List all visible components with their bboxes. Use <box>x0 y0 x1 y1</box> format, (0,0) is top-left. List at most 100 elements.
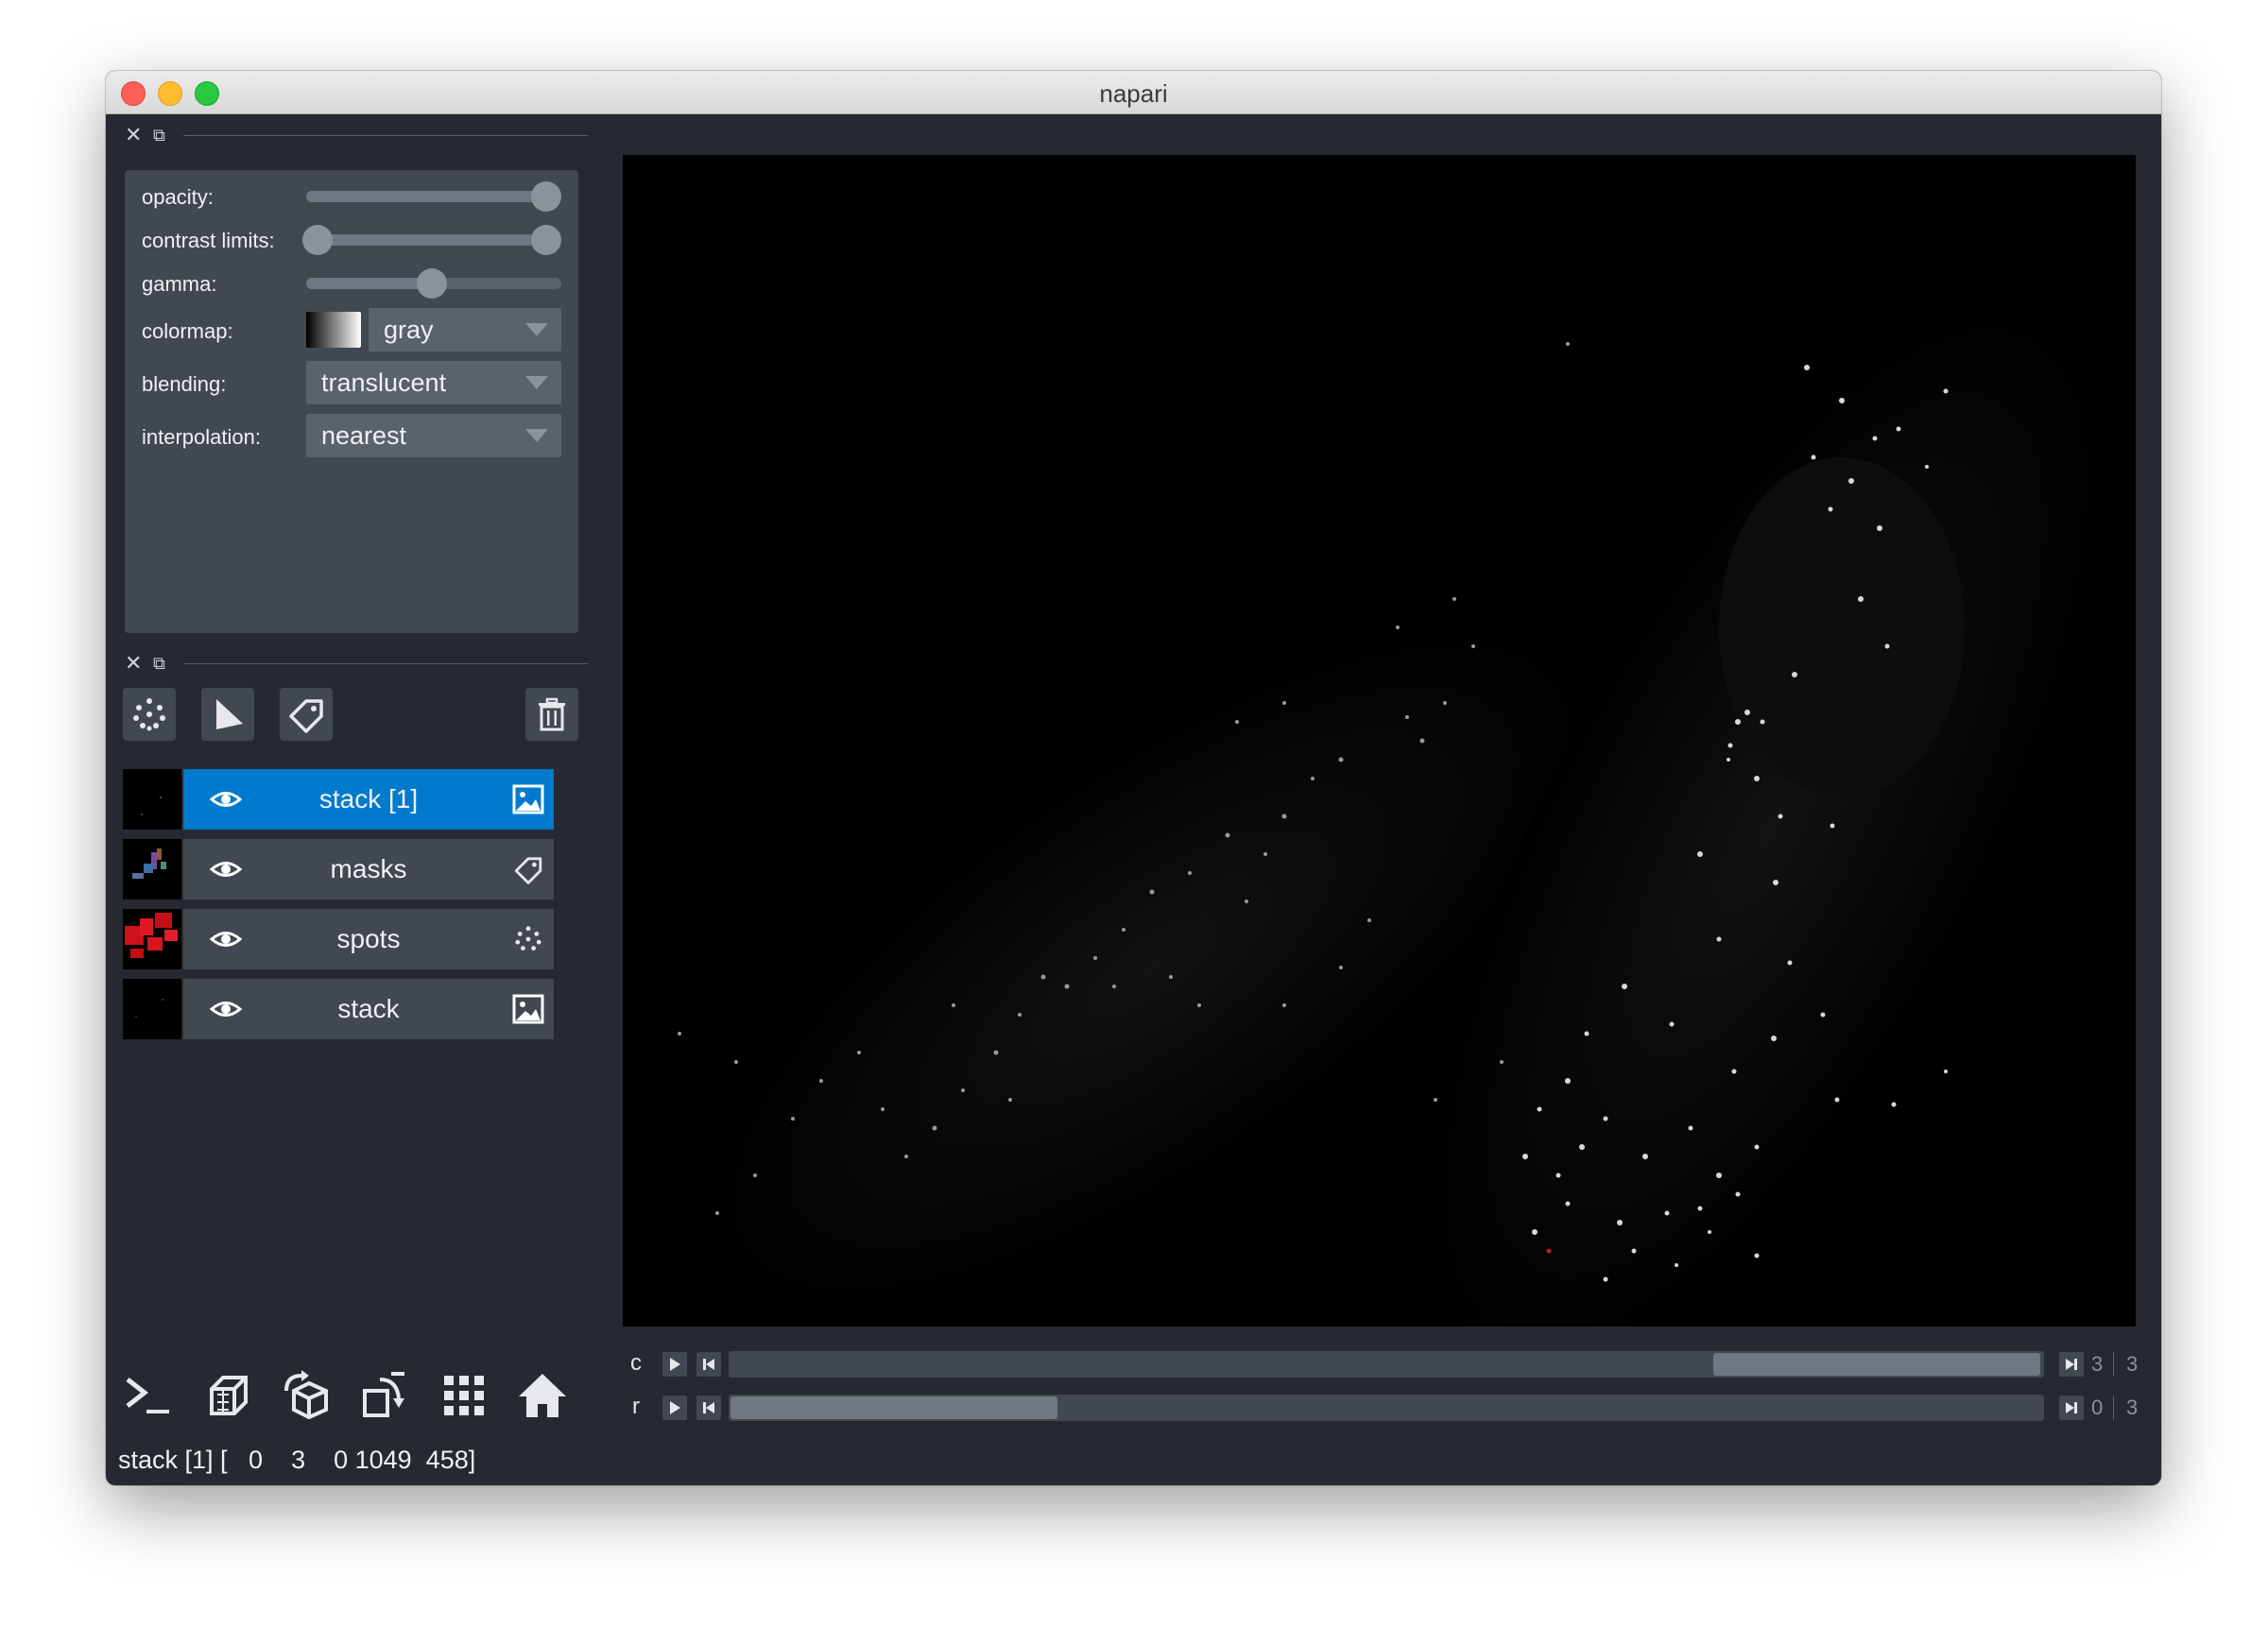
delete-layer-button[interactable] <box>525 688 578 741</box>
window-title: napari <box>1099 79 1168 108</box>
contrast-max-handle[interactable] <box>531 225 561 255</box>
interpolation-value: nearest <box>321 421 407 450</box>
dim-label: r <box>632 1394 640 1419</box>
visibility-eye-icon[interactable] <box>210 997 242 1021</box>
opacity-label: opacity: <box>142 185 214 209</box>
new-points-layer-button[interactable] <box>123 688 176 741</box>
interpolation-dropdown[interactable]: nearest <box>306 414 561 457</box>
dim-slider-track[interactable] <box>729 1351 2044 1378</box>
contrast-limits-slider[interactable] <box>302 225 561 255</box>
play-icon <box>670 1358 680 1371</box>
opacity-slider-handle[interactable] <box>531 181 561 212</box>
new-shapes-layer-button[interactable] <box>201 688 254 741</box>
play-icon <box>670 1401 680 1414</box>
napari-window: napari ✕ ⧉ opacity: contrast limits: gam… <box>106 71 2161 1485</box>
contrast-limits-label: contrast limits: <box>142 229 275 252</box>
title-bar: napari <box>106 71 2161 114</box>
new-labels-layer-button[interactable] <box>280 688 333 741</box>
layer-name[interactable]: stack [1] <box>249 769 488 830</box>
layer-row-masks[interactable]: masks <box>123 839 554 899</box>
play-button[interactable] <box>662 1396 687 1420</box>
layer-name[interactable]: stack <box>249 979 488 1039</box>
layer-thumbnail <box>123 909 181 969</box>
dim-slider-thumb[interactable] <box>730 1396 1057 1419</box>
colormap-dropdown[interactable]: gray <box>369 308 561 351</box>
layer-row-body[interactable]: stack <box>183 979 554 1039</box>
dim-separator <box>2113 1396 2114 1420</box>
layer-thumbnail <box>123 769 181 830</box>
first-frame-button[interactable] <box>696 1396 721 1420</box>
layer-row-body[interactable]: spots <box>183 909 554 969</box>
colormap-swatch <box>306 312 361 348</box>
layer-thumbnail-image <box>135 999 163 1018</box>
labels-icon <box>289 699 323 733</box>
layer-row-spots[interactable]: spots <box>123 909 554 969</box>
dim-max-value: 3 <box>2126 1352 2139 1376</box>
layer-thumbnail-image <box>141 796 162 815</box>
viewer-canvas[interactable] <box>623 155 2136 1327</box>
home-button[interactable] <box>515 1368 570 1423</box>
points-icon <box>515 926 541 951</box>
console-icon <box>126 1378 169 1413</box>
dim-slider-track[interactable] <box>729 1395 2044 1421</box>
microscopy-image <box>678 291 2109 1327</box>
dim-max-value: 3 <box>2126 1396 2139 1419</box>
image-icon <box>512 784 544 814</box>
close-dock-icon[interactable]: ✕ <box>125 121 142 149</box>
layer-controls-panel: opacity: contrast limits: gamma: colorma… <box>125 170 578 633</box>
gamma-slider[interactable] <box>306 268 561 299</box>
layer-row-body[interactable]: stack [1] <box>183 769 554 830</box>
layer-name[interactable]: masks <box>249 839 488 899</box>
layer-name[interactable]: spots <box>249 909 488 969</box>
float-dock-icon[interactable]: ⧉ <box>153 649 165 677</box>
gamma-slider-handle[interactable] <box>417 268 447 299</box>
opacity-slider-fill <box>306 191 546 202</box>
dim-current-value[interactable]: 0 <box>2091 1396 2103 1420</box>
dim-label: c <box>630 1350 642 1376</box>
roll-dimensions-button[interactable] <box>279 1368 334 1423</box>
transpose-icon <box>363 1372 404 1417</box>
ndisplay-button[interactable] <box>200 1368 255 1423</box>
last-frame-button[interactable] <box>2059 1396 2084 1420</box>
grid-mode-button[interactable] <box>437 1368 491 1423</box>
layer-row-stack[interactable]: stack <box>123 979 554 1039</box>
roll-icon <box>284 1370 328 1420</box>
visibility-eye-icon[interactable] <box>210 787 242 812</box>
layer-thumbnail <box>123 979 181 1039</box>
trash-icon <box>539 697 565 731</box>
blending-value: translucent <box>321 368 447 397</box>
dim-separator <box>2113 1352 2114 1377</box>
dim-slider-thumb[interactable] <box>1713 1353 2040 1376</box>
layer-thumbnail-image <box>125 913 178 958</box>
layer-row-body[interactable]: masks <box>183 839 554 899</box>
colormap-value: gray <box>384 316 434 344</box>
image-icon <box>512 994 544 1024</box>
visibility-eye-icon[interactable] <box>210 857 242 882</box>
opacity-slider[interactable] <box>306 181 561 212</box>
contrast-min-handle[interactable] <box>302 225 333 255</box>
labels-icon <box>514 857 542 884</box>
last-frame-button[interactable] <box>2059 1352 2084 1377</box>
blending-dropdown[interactable]: translucent <box>306 361 561 404</box>
first-frame-button[interactable] <box>696 1352 721 1377</box>
close-dock-icon[interactable]: ✕ <box>125 649 142 677</box>
layer-controls-dock-header: ✕ ⧉ <box>125 121 588 149</box>
visibility-eye-icon[interactable] <box>210 927 242 951</box>
layer-row-stack-1[interactable]: stack [1] <box>123 769 554 830</box>
gamma-slider-fill <box>306 278 432 289</box>
float-dock-icon[interactable]: ⧉ <box>153 121 165 149</box>
play-button[interactable] <box>662 1352 687 1377</box>
chevron-down-icon <box>525 429 548 442</box>
dim-current-value[interactable]: 3 <box>2091 1352 2103 1377</box>
home-icon <box>519 1374 566 1417</box>
ndisplay-icon <box>210 1376 248 1415</box>
layer-list-dock-header: ✕ ⧉ <box>125 649 588 677</box>
colormap-label: colormap: <box>142 319 233 343</box>
points-icon <box>133 698 165 731</box>
console-button[interactable] <box>120 1368 175 1423</box>
transpose-dimensions-button[interactable] <box>357 1368 412 1423</box>
skip-end-icon <box>2066 1402 2077 1413</box>
layer-thumbnail-image <box>132 848 166 879</box>
blending-label: blending: <box>142 372 227 396</box>
dim-slider-row-c: c 3 3 <box>623 1348 2154 1380</box>
